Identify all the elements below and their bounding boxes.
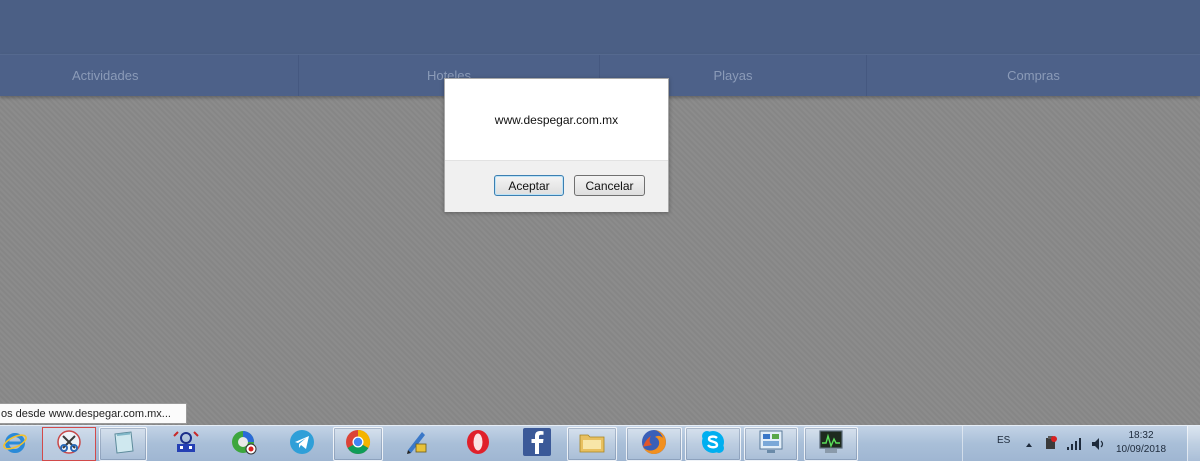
taskbar-snipping-tool[interactable] [42, 427, 96, 461]
snipping-tool-icon [55, 428, 83, 461]
skype-icon [699, 428, 727, 461]
show-hidden-icons-icon[interactable] [1025, 436, 1033, 454]
facebook-icon [522, 427, 552, 461]
taskbar-task-manager[interactable] [804, 427, 858, 461]
taskbar-firefox[interactable] [626, 427, 682, 461]
telegram-icon [288, 428, 316, 461]
taskbar-facebook[interactable] [512, 427, 562, 461]
taskbar-pen-tool[interactable] [390, 427, 442, 461]
media-app-icon [229, 427, 259, 461]
opera-icon [464, 428, 492, 461]
firefox-icon [639, 427, 669, 461]
control-panel-icon [756, 428, 786, 461]
file-explorer-icon [577, 429, 607, 460]
internet-explorer-icon [2, 429, 28, 460]
taskbar-network-app[interactable] [160, 427, 212, 461]
taskbar-ie[interactable] [0, 427, 30, 461]
taskbar-media-app[interactable] [218, 427, 270, 461]
taskbar-telegram[interactable] [276, 427, 328, 461]
show-desktop-button[interactable] [1187, 426, 1200, 461]
cancel-button[interactable]: Cancelar [574, 175, 645, 196]
accept-button[interactable]: Aceptar [494, 175, 564, 196]
taskbar-control-panel[interactable] [744, 427, 798, 461]
taskbar-notepad[interactable] [99, 427, 147, 461]
nav-item-compras[interactable]: Compras [867, 55, 1200, 96]
task-manager-icon [816, 428, 846, 461]
taskbar: ES 18:32 10/09/2018 [0, 425, 1200, 461]
dialog-footer: Aceptar Cancelar [445, 160, 668, 212]
site-header [0, 0, 1200, 54]
volume-icon[interactable] [1091, 437, 1105, 456]
chrome-icon [344, 428, 372, 461]
taskbar-skype[interactable] [685, 427, 741, 461]
signal-strength-icon[interactable] [1066, 437, 1082, 456]
taskbar-chrome[interactable] [333, 427, 383, 461]
system-tray: ES 18:32 10/09/2018 [962, 426, 1200, 461]
status-bar-text: os desde www.despegar.com.mx... [0, 403, 187, 424]
dialog-message: www.despegar.com.mx [494, 112, 619, 127]
language-indicator[interactable]: ES [997, 435, 1010, 446]
pen-tool-icon [402, 428, 430, 461]
clock-date: 10/09/2018 [1115, 444, 1167, 455]
nav-item-actividades[interactable]: Actividades [0, 55, 299, 96]
device-status-icon[interactable] [1043, 435, 1059, 456]
taskbar-opera[interactable] [452, 427, 504, 461]
confirm-dialog: www.despegar.com.mx Aceptar Cancelar [444, 78, 669, 212]
network-app-icon [171, 428, 201, 461]
taskbar-file-explorer[interactable] [567, 427, 617, 461]
clock[interactable]: 18:32 10/09/2018 [1111, 429, 1171, 457]
clock-time: 18:32 [1128, 430, 1154, 441]
notepad-icon [109, 429, 137, 460]
